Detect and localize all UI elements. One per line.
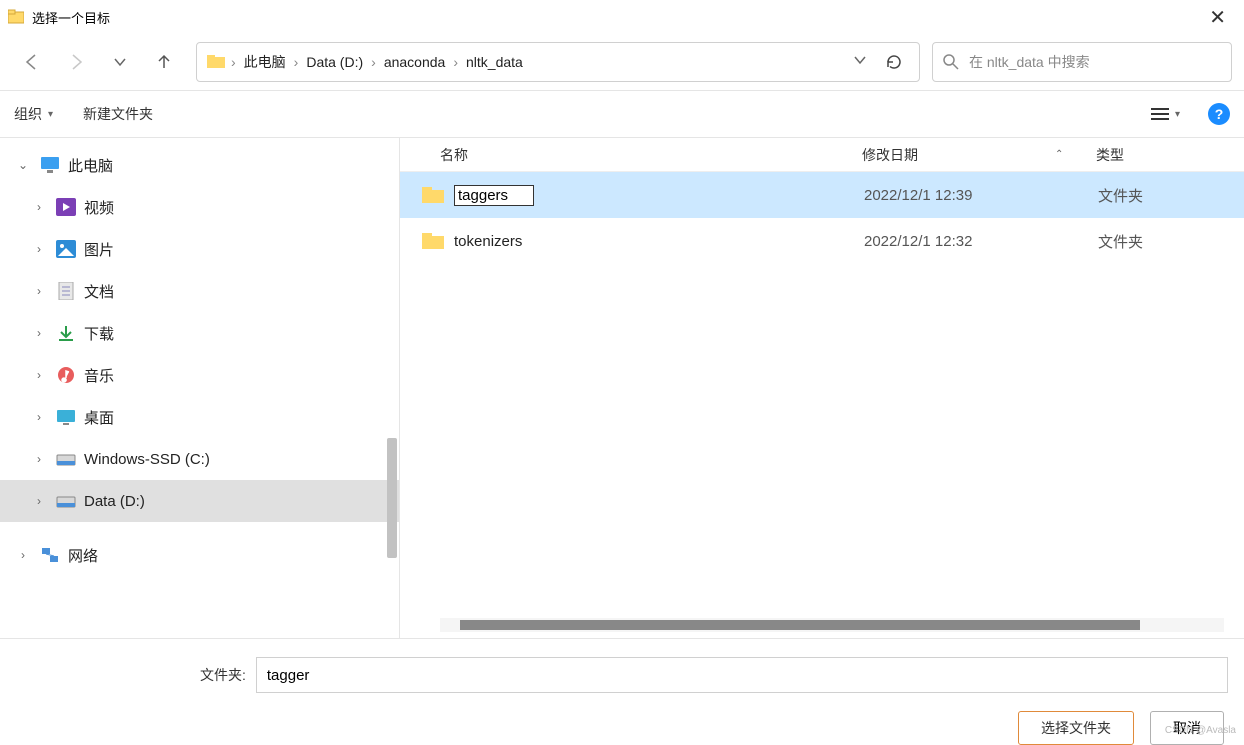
folder-icon: [207, 54, 225, 70]
select-folder-button[interactable]: 选择文件夹: [1018, 711, 1134, 745]
sort-indicator-icon: ⌃: [1055, 149, 1063, 160]
chevron-right-icon: ›: [30, 326, 48, 340]
tree-desktop[interactable]: › 桌面: [0, 396, 399, 438]
window-title: 选择一个目标: [32, 8, 110, 27]
app-icon: [8, 9, 24, 25]
tree-drive-d[interactable]: › Data (D:): [0, 480, 399, 522]
drive-icon: [56, 450, 76, 468]
chevron-down-icon: ▾: [48, 109, 53, 120]
chevron-right-icon: ›: [30, 368, 48, 382]
downloads-icon: [56, 324, 76, 342]
tree-videos[interactable]: › 视频: [0, 186, 399, 228]
row-date: 2022/12/1 12:32: [864, 233, 1098, 250]
tree-music[interactable]: › 音乐: [0, 354, 399, 396]
chevron-right-icon: ›: [30, 494, 48, 508]
tree-network[interactable]: › 网络: [0, 534, 399, 576]
folder-name-input[interactable]: [256, 657, 1228, 693]
pictures-icon: [56, 240, 76, 258]
desktop-icon: [56, 408, 76, 426]
tree-pictures[interactable]: › 图片: [0, 228, 399, 270]
organize-menu[interactable]: 组织 ▾: [14, 104, 53, 124]
toolbar: 组织 ▾ 新建文件夹 ▾ ?: [0, 90, 1244, 138]
chevron-down-icon: ⌄: [14, 158, 32, 172]
rename-input[interactable]: [454, 185, 534, 206]
crumb-2[interactable]: anaconda: [378, 50, 452, 74]
col-type[interactable]: 类型: [1096, 145, 1244, 165]
crumb-0[interactable]: 此电脑: [238, 48, 292, 76]
tree-downloads[interactable]: › 下载: [0, 312, 399, 354]
titlebar: 选择一个目标 ✕: [0, 0, 1244, 34]
chevron-right-icon: ›: [371, 54, 376, 70]
close-button[interactable]: ✕: [1199, 1, 1236, 34]
chevron-right-icon: ›: [30, 200, 48, 214]
chevron-right-icon: ›: [30, 410, 48, 424]
chevron-down-icon[interactable]: [853, 53, 867, 71]
list-icon: [1151, 107, 1169, 121]
table-row[interactable]: tokenizers 2022/12/1 12:32 文件夹: [400, 218, 1244, 264]
footer: 文件夹: 选择文件夹 取消: [0, 638, 1244, 745]
table-row[interactable]: 2022/12/1 12:39 文件夹: [400, 172, 1244, 218]
documents-icon: [56, 282, 76, 300]
watermark: CSDN @Avasla: [1165, 725, 1236, 736]
chevron-right-icon: ›: [294, 54, 299, 70]
network-icon: [40, 546, 60, 564]
tree-this-pc[interactable]: ⌄ 此电脑: [0, 144, 399, 186]
chevron-right-icon: ›: [30, 284, 48, 298]
folder-icon: [422, 232, 444, 250]
search-icon: [943, 54, 959, 70]
back-button[interactable]: [12, 42, 52, 82]
chevron-right-icon: ›: [14, 548, 32, 562]
navbar: › 此电脑 › Data (D:) › anaconda › nltk_data…: [0, 34, 1244, 90]
body: ⌄ 此电脑 › 视频 › 图片 › 文档 › 下载 › 音乐: [0, 138, 1244, 638]
chevron-right-icon: ›: [231, 54, 236, 70]
row-date: 2022/12/1 12:39: [864, 187, 1098, 204]
breadcrumb-bar[interactable]: › 此电脑 › Data (D:) › anaconda › nltk_data: [196, 42, 920, 82]
crumb-1[interactable]: Data (D:): [300, 50, 369, 74]
row-type: 文件夹: [1098, 231, 1143, 252]
chevron-right-icon: ›: [30, 452, 48, 466]
view-menu[interactable]: ▾: [1151, 107, 1180, 121]
horizontal-scrollbar[interactable]: [440, 618, 1224, 632]
help-button[interactable]: ?: [1208, 103, 1230, 125]
sidebar-scrollbar[interactable]: [387, 438, 397, 558]
video-icon: [56, 198, 76, 216]
forward-button[interactable]: [56, 42, 96, 82]
new-folder-button[interactable]: 新建文件夹: [83, 104, 153, 124]
crumb-3[interactable]: nltk_data: [460, 50, 529, 74]
row-name: tokenizers: [454, 233, 864, 250]
tree-documents[interactable]: › 文档: [0, 270, 399, 312]
monitor-icon: [40, 156, 60, 174]
chevron-right-icon: ›: [453, 54, 458, 70]
folder-icon: [422, 186, 444, 204]
music-icon: [56, 366, 76, 384]
tree-drive-c[interactable]: › Windows-SSD (C:): [0, 438, 399, 480]
sidebar: ⌄ 此电脑 › 视频 › 图片 › 文档 › 下载 › 音乐: [0, 138, 400, 638]
col-name[interactable]: 名称: [422, 145, 862, 165]
row-type: 文件夹: [1098, 185, 1143, 206]
folder-label: 文件夹:: [200, 665, 246, 685]
search-input[interactable]: 在 nltk_data 中搜索: [932, 42, 1232, 82]
up-button[interactable]: [144, 42, 184, 82]
file-list: 名称 ⌃ 修改日期 类型 2022/12/1 12:39 文件夹 tokeniz…: [400, 138, 1244, 638]
chevron-down-icon: ▾: [1175, 109, 1180, 120]
recent-dropdown[interactable]: [100, 42, 140, 82]
chevron-right-icon: ›: [30, 242, 48, 256]
column-headers: 名称 ⌃ 修改日期 类型: [400, 138, 1244, 172]
drive-icon: [56, 492, 76, 510]
search-placeholder: 在 nltk_data 中搜索: [969, 52, 1090, 72]
refresh-icon[interactable]: [885, 53, 903, 71]
